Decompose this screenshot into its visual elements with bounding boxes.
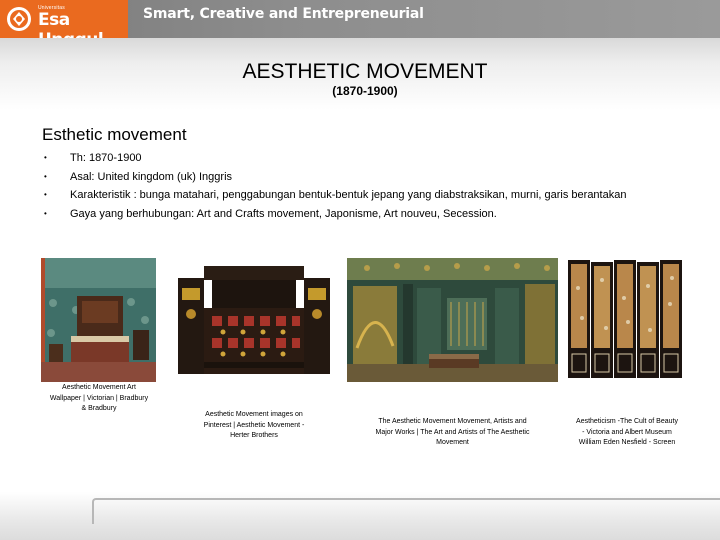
bullet-icon: • [44, 190, 47, 199]
bullet-text: Karakteristik : bunga matahari, penggabu… [70, 189, 627, 201]
slide-title: AESTHETIC MOVEMENT [242, 60, 488, 83]
university-logo-icon [7, 7, 31, 31]
folding-screen-photo [564, 258, 686, 382]
photo-caption: Aesthetic Movement Art Wallpaper | Victo… [49, 384, 149, 412]
bullet-icon: • [44, 208, 47, 218]
bullet-list: • Th: 1870-1900 • Asal: United kingdom (uk… [42, 149, 626, 223]
peacock-room-photo [347, 258, 558, 382]
bullet-text: Th: 1870-1900 [70, 152, 142, 164]
list-item: • Gaya yang berhubungan: Art and Crafts m… [42, 205, 626, 224]
photo-caption: Aestheticism -The Cult of Beauty - Victo… [576, 418, 678, 446]
bedroom-photo [41, 258, 156, 382]
bullet-text: Asal: United kingdom (uk) Inggris [70, 170, 233, 183]
photo-caption: The Aesthetic Movement Movement, Artists… [375, 418, 530, 446]
logo: Universitas Esa Unggul [0, 0, 128, 50]
header-banner: Universitas Esa Unggul Smart, Creative a… [0, 0, 720, 50]
bullet-icon: • [44, 171, 47, 181]
list-item: • Asal: United kingdom (uk) Inggris [42, 168, 626, 187]
photo-caption: Aesthetic Movement images on Pinterest |… [203, 411, 305, 439]
list-item: • Karakteristik : bunga matahari, penggab… [42, 186, 626, 205]
footer-decoration [92, 498, 720, 524]
slide-subtitle: (1870-1900) [332, 84, 398, 98]
cabinet-bed-photo [168, 258, 340, 382]
section-heading: Esthetic movement [42, 125, 187, 144]
bullet-icon: • [44, 153, 47, 162]
list-item: • Th: 1870-1900 [42, 149, 626, 168]
bullet-text: Gaya yang berhubungan: Art and Crafts mo… [70, 207, 497, 220]
tagline: Smart, Creative and Entrepreneurial [143, 6, 424, 22]
